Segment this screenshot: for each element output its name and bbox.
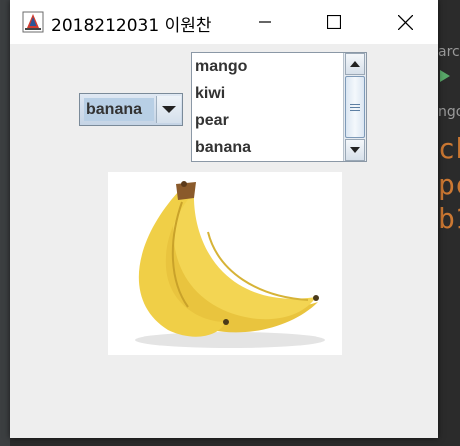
- fruit-combo-box[interactable]: banana: [79, 93, 183, 126]
- list-item[interactable]: pear: [192, 107, 343, 134]
- minimize-button[interactable]: [242, 0, 288, 44]
- window-title: 2018212031 이원찬: [51, 16, 212, 36]
- background-ide-panel: [0, 0, 10, 446]
- scroll-down-button[interactable]: [345, 139, 365, 161]
- list-item[interactable]: kiwi: [192, 80, 343, 107]
- arrow-up-icon: [350, 61, 360, 67]
- chevron-down-icon: [162, 106, 176, 113]
- java-app-icon: [22, 11, 44, 33]
- close-icon: [397, 14, 413, 30]
- minimize-icon: [259, 21, 271, 23]
- scrollbar-thumb[interactable]: [345, 76, 365, 138]
- list-item[interactable]: banana: [192, 134, 343, 161]
- fruit-list[interactable]: mango kiwi pear banana: [191, 52, 367, 162]
- background-ide-editor: arc ngo ck pc b1: [438, 0, 460, 446]
- combo-dropdown-button[interactable]: [156, 96, 181, 123]
- combo-selected-value[interactable]: banana: [84, 98, 154, 121]
- run-icon: [440, 70, 450, 82]
- app-window: 2018212031 이원찬 banana mango kiwi pear ba…: [10, 0, 438, 438]
- fruit-list-items: mango kiwi pear banana: [192, 53, 343, 161]
- list-item[interactable]: mango: [192, 53, 343, 80]
- banana-image: [108, 172, 342, 355]
- scroll-up-button[interactable]: [345, 53, 365, 75]
- list-scrollbar[interactable]: [343, 53, 366, 161]
- title-bar[interactable]: 2018212031 이원찬: [10, 0, 438, 44]
- arrow-down-icon: [350, 147, 360, 153]
- close-button[interactable]: [382, 0, 428, 44]
- maximize-button[interactable]: [311, 0, 357, 44]
- maximize-icon: [327, 15, 341, 29]
